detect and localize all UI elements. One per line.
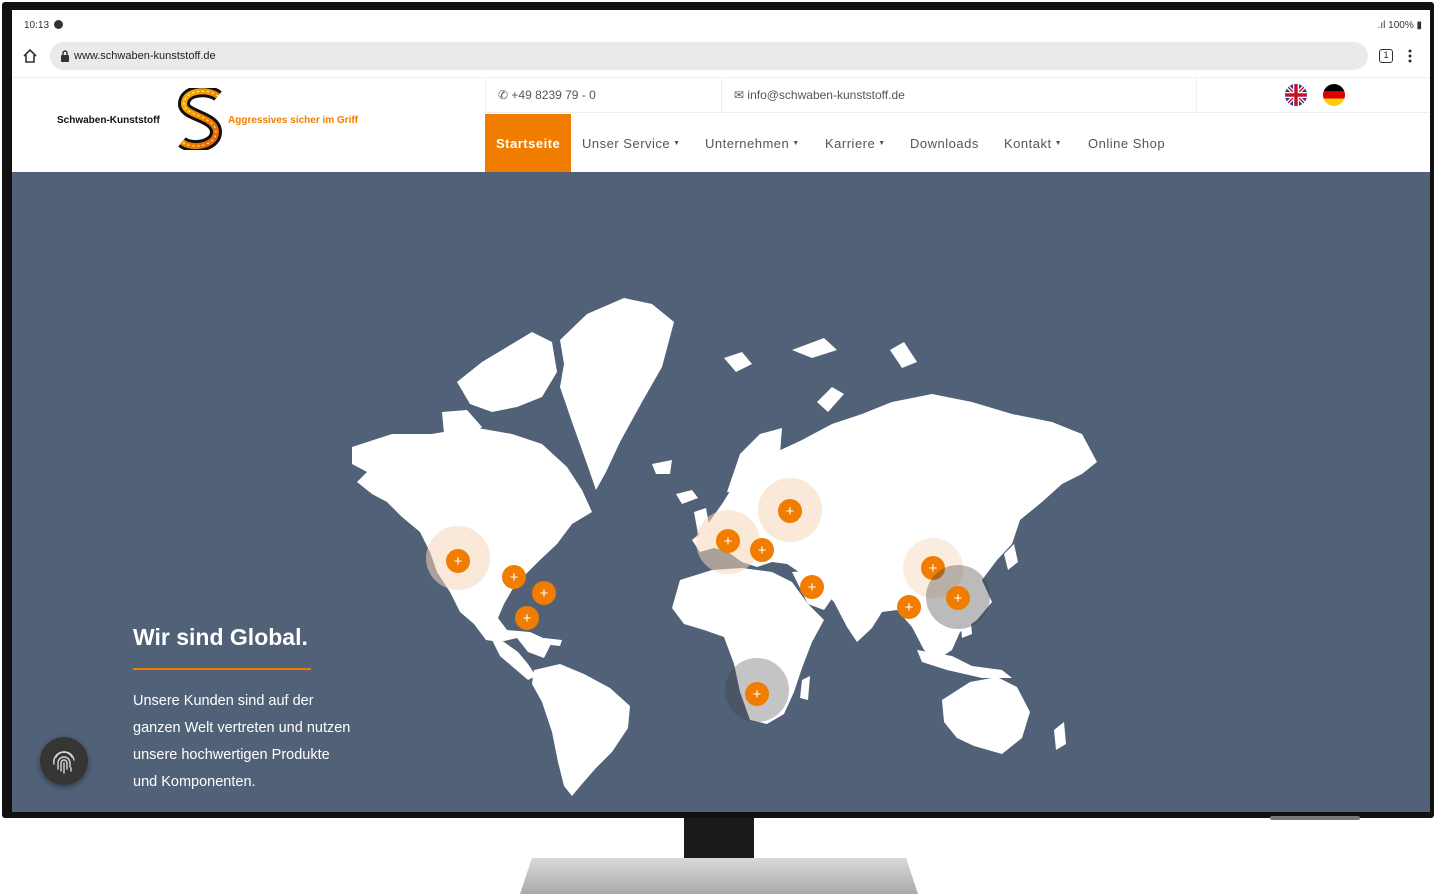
caret-down-icon: ▼	[673, 140, 681, 147]
australia	[942, 677, 1030, 754]
title-underline	[133, 668, 311, 670]
south-america	[532, 664, 630, 796]
menu-icon[interactable]	[1408, 48, 1412, 64]
nav-karriere[interactable]: Karriere ▼	[825, 114, 886, 172]
marker-central-america[interactable]: +	[515, 606, 539, 630]
de-flag-icon[interactable]	[1323, 84, 1345, 106]
phone-number: +49 8239 79 - 0	[511, 88, 596, 102]
caret-down-icon: ▼	[1054, 140, 1063, 147]
browser-toolbar: www.schwaben-kunststoff.de 1	[12, 38, 1430, 78]
email-address: info@schwaben-kunststoff.de	[747, 88, 905, 102]
mail-icon: ✉	[734, 88, 745, 102]
marker-southeast-asia[interactable]: +	[897, 595, 921, 619]
hero-section: + + + + + + + + + + + + Wir sind Global.…	[12, 172, 1430, 812]
battery-level: 100%	[1388, 20, 1414, 31]
plus-icon: +	[786, 503, 795, 520]
nav-downloads[interactable]: Downloads	[910, 114, 979, 172]
plus-icon: +	[454, 553, 463, 570]
hero-description: Unsere Kunden sind auf der ganzen Welt v…	[133, 693, 351, 790]
status-bar: 10:13 .ıl 100% ▮	[12, 10, 1430, 38]
plus-icon: +	[540, 585, 549, 602]
nav-label: Downloads	[910, 136, 979, 151]
plus-icon: +	[954, 590, 963, 607]
site-header: Schwaben-Kunststoff Aggressives sicher i…	[12, 77, 1430, 172]
monitor-stand-neck	[684, 818, 754, 864]
marker-usa-east[interactable]: +	[532, 581, 556, 605]
notification-icon	[54, 20, 63, 29]
email-link[interactable]: ✉ info@schwaben-kunststoff.de	[721, 78, 1196, 113]
marker-usa-south[interactable]: +	[502, 565, 526, 589]
fingerprint-button[interactable]	[40, 737, 88, 785]
plus-icon: +	[510, 569, 519, 586]
nav-label: Kontakt	[1004, 136, 1052, 151]
address-bar[interactable]: www.schwaben-kunststoff.de	[50, 42, 1368, 70]
brand-name: Schwaben-Kunststoff	[57, 115, 160, 126]
slogan: Aggressives sicher im Griff	[228, 115, 359, 126]
nav-label: Unser Service	[582, 136, 671, 151]
clock: 10:13	[24, 20, 50, 31]
marker-east-asia[interactable]: +	[926, 565, 990, 629]
language-switcher	[1196, 78, 1430, 113]
nav-unternehmen[interactable]: Unternehmen ▼	[705, 114, 800, 172]
plus-icon: +	[753, 686, 762, 703]
nav-label: Startseite	[496, 136, 561, 151]
plus-icon: +	[523, 610, 532, 627]
home-icon[interactable]	[22, 48, 38, 64]
nav-label: Unternehmen	[705, 136, 790, 151]
greenland	[560, 298, 674, 490]
marker-middle-east[interactable]: +	[800, 575, 824, 599]
marker-south-africa[interactable]: +	[725, 658, 789, 722]
fingerprint-icon	[53, 751, 75, 774]
nav-unser-service[interactable]: Unser Service ▼	[582, 114, 681, 172]
logo[interactable]	[178, 88, 222, 150]
monitor-frame: 10:13 .ıl 100% ▮ www.schwaben-kunststoff…	[2, 2, 1434, 818]
nav-startseite[interactable]: Startseite	[485, 114, 572, 172]
plus-icon: +	[905, 599, 914, 616]
caret-down-icon: ▼	[792, 140, 800, 147]
plus-icon: +	[724, 533, 733, 550]
tabs-icon[interactable]: 1	[1379, 49, 1393, 63]
hero-title: Wir sind Global.	[133, 624, 308, 650]
monitor-brand-logo	[1270, 816, 1360, 820]
nav-kontakt[interactable]: Kontakt ▼	[1004, 114, 1062, 172]
monitor-stand-base	[520, 858, 918, 894]
marker-europe-west[interactable]: +	[696, 510, 760, 574]
marker-usa-west[interactable]: +	[426, 526, 490, 590]
nav-online-shop[interactable]: Online Shop	[1088, 114, 1165, 172]
battery-status: .ıl 100% ▮	[1377, 20, 1422, 31]
url-text: www.schwaben-kunststoff.de	[74, 50, 216, 62]
plus-icon: +	[758, 542, 767, 559]
marker-europe-east[interactable]: +	[750, 538, 774, 562]
plus-icon: +	[808, 579, 817, 596]
lock-icon	[61, 50, 69, 62]
signal-icon: .ıl	[1377, 20, 1389, 31]
nav-label: Online Shop	[1088, 136, 1166, 151]
arctic-islands	[457, 332, 557, 412]
phone-icon: ✆	[498, 88, 509, 102]
phone-link[interactable]: ✆ +49 8239 79 - 0	[485, 78, 721, 113]
nav-label: Karriere	[825, 136, 876, 151]
caret-down-icon: ▼	[878, 140, 886, 147]
uk-flag-icon[interactable]	[1285, 84, 1307, 106]
marker-russia[interactable]: +	[758, 478, 822, 542]
contact-bar: ✆ +49 8239 79 - 0 ✉ info@schwaben-kunsts…	[485, 78, 1430, 113]
device-screen: 10:13 .ıl 100% ▮ www.schwaben-kunststoff…	[12, 10, 1430, 812]
